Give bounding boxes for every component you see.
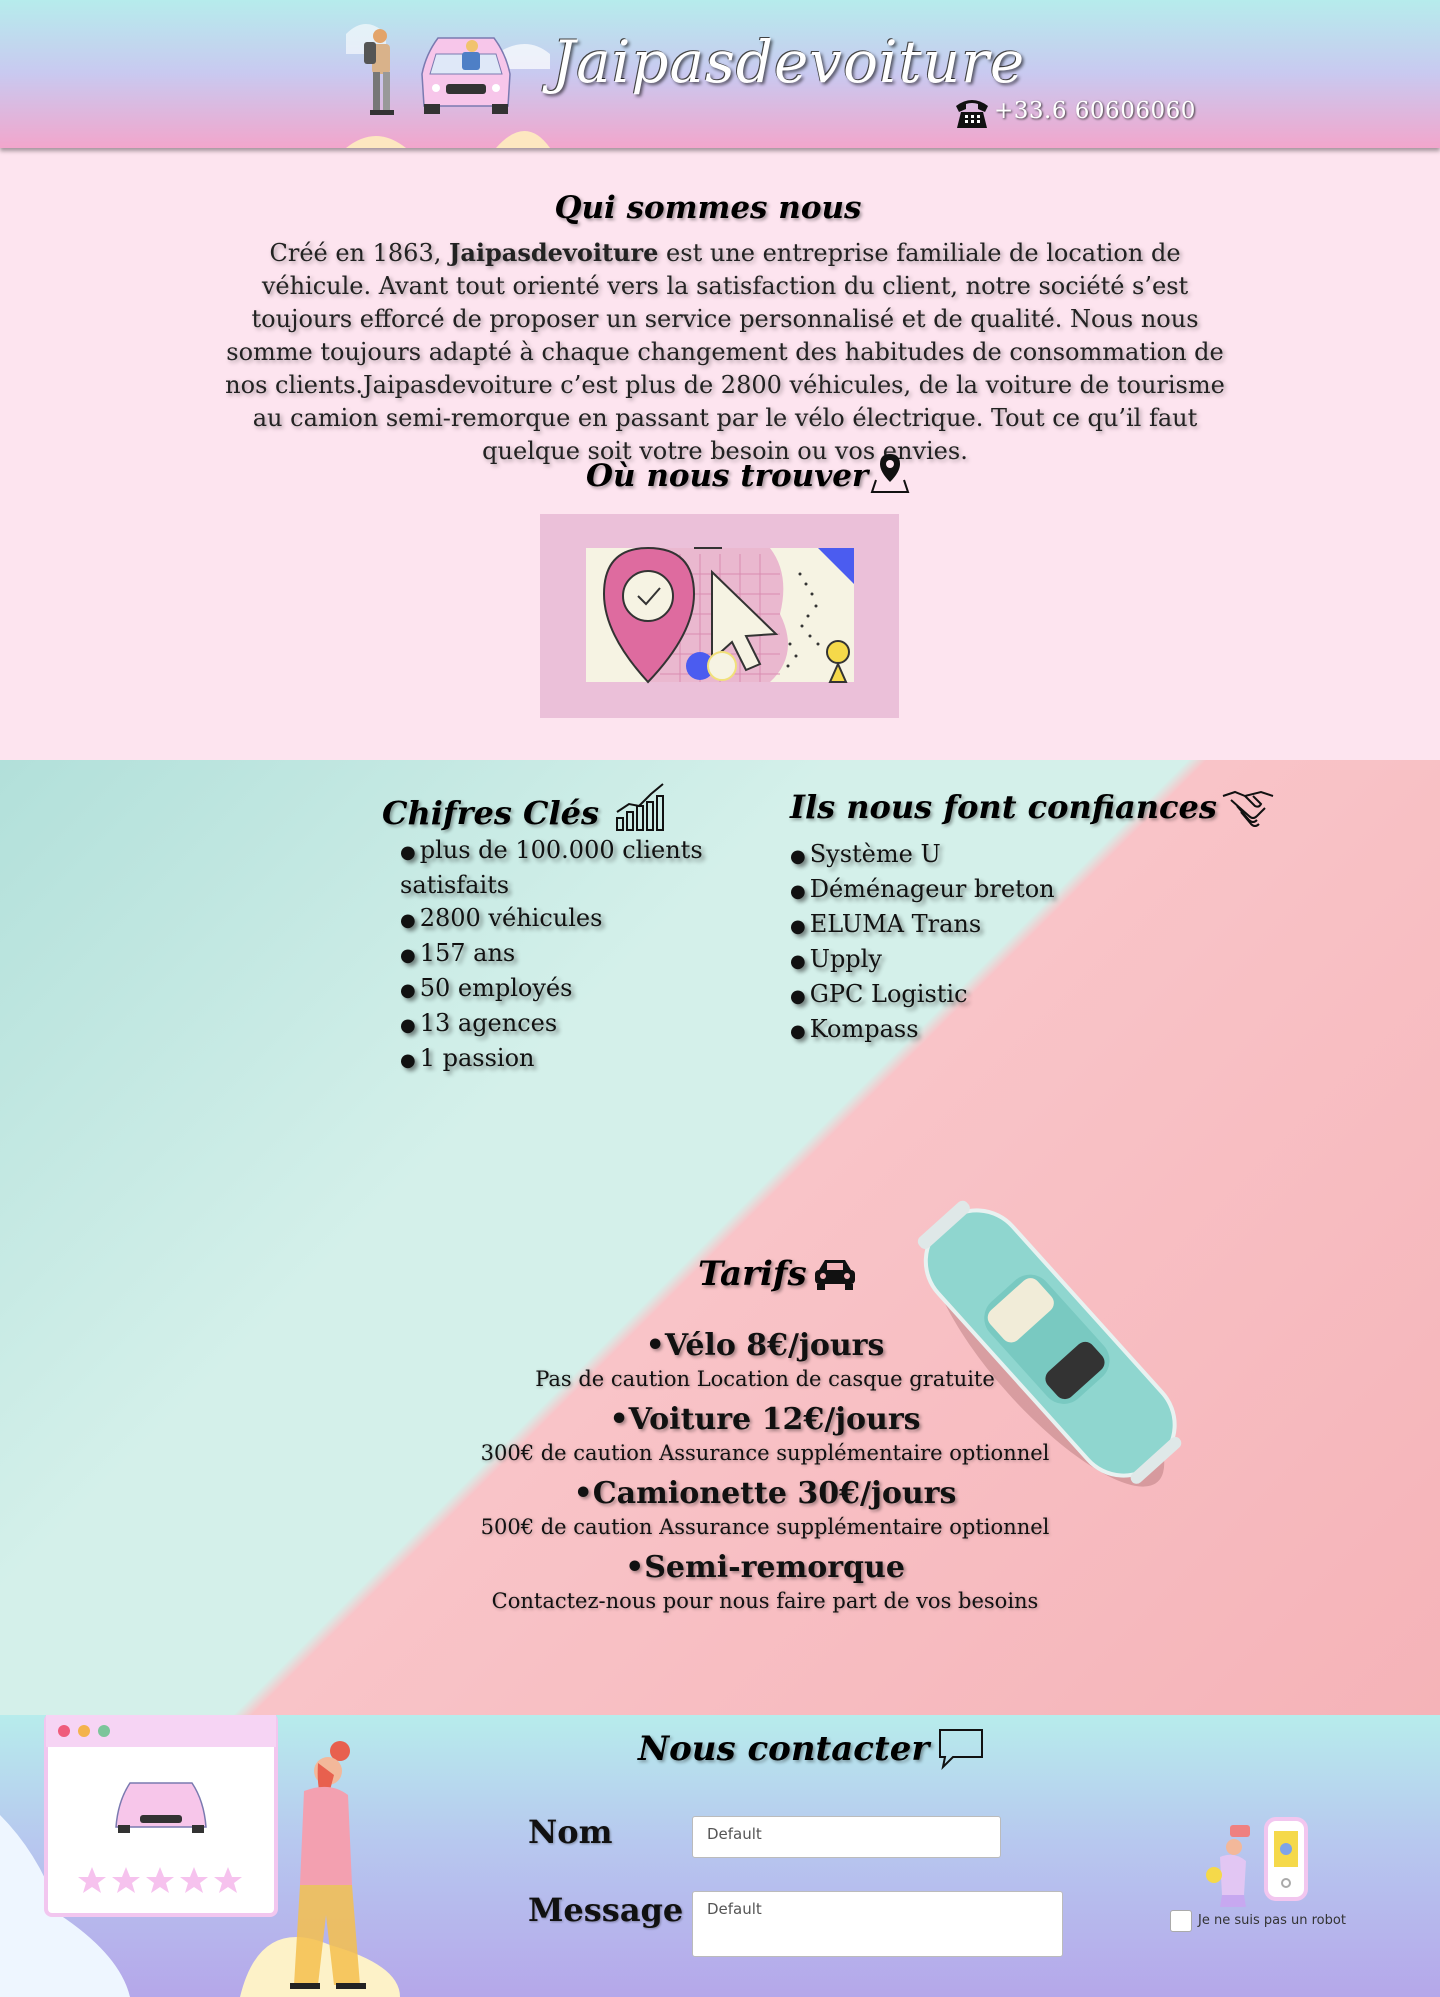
pricing-item-desc: 300€ de caution Assurance supplémentaire… bbox=[480, 1441, 1050, 1465]
message-label: Message bbox=[528, 1891, 684, 1929]
list-item: ● Système U bbox=[790, 840, 941, 868]
contact-title-text: Nous contacter bbox=[638, 1729, 930, 1769]
list-item: ● plus de 100.000 clients satisfaits bbox=[400, 836, 703, 899]
about-text-intro: Créé en 1863, bbox=[269, 239, 449, 267]
captcha-checkbox[interactable] bbox=[1170, 1910, 1192, 1932]
list-item: ● Kompass bbox=[790, 1015, 919, 1043]
key-figures-list: ● plus de 100.000 clients satisfaits ● 280… bbox=[400, 834, 710, 1077]
contact-section: Nous contacter Nom Default Message Defau… bbox=[0, 1715, 1440, 1997]
name-input[interactable]: Default bbox=[692, 1816, 1001, 1858]
brand-name[interactable]: Jaipasdevoiture bbox=[552, 28, 1025, 96]
pricing-item-truck: •Semi-remorque Contactez-nous pour nous … bbox=[430, 1550, 1100, 1613]
robot-check-illustration bbox=[1206, 1817, 1308, 1907]
phone-contact[interactable]: +33.6 60606060 bbox=[952, 92, 1196, 130]
pricing-item-name: •Semi-remorque bbox=[625, 1550, 905, 1585]
info-section: Chifres Clés ● plus de 100.000 clients sa… bbox=[0, 760, 1440, 1715]
site-header: Jaipasdevoiture +33.6 60606060 bbox=[0, 0, 1440, 148]
about-text-brand: Jaipasdevoiture bbox=[448, 238, 659, 267]
pricing-item-van: •Camionette 30€/jours 500€ de caution As… bbox=[430, 1476, 1100, 1539]
pricing-item-desc: Pas de caution Location de casque gratui… bbox=[535, 1367, 995, 1391]
message-input[interactable]: Default bbox=[692, 1891, 1063, 1957]
where-title: Où nous trouver bbox=[586, 454, 910, 494]
pricing-title: Tarifs bbox=[698, 1254, 857, 1294]
telephone-icon bbox=[956, 100, 988, 128]
list-item: ● Déménageur breton bbox=[790, 875, 1055, 903]
pricing-item-desc: 500€ de caution Assurance supplémentaire… bbox=[480, 1515, 1050, 1539]
pricing-item-desc: Contactez-nous pour nous faire part de v… bbox=[491, 1589, 1039, 1613]
captcha-label: Je ne suis pas un robot bbox=[1198, 1913, 1346, 1928]
partners-title-text: Ils nous font confiances bbox=[790, 788, 1217, 826]
about-text-body: est une entreprise familiale de location… bbox=[225, 239, 1225, 465]
list-item: ● Upply bbox=[790, 945, 882, 973]
name-label: Nom bbox=[528, 1813, 613, 1851]
where-title-text: Où nous trouver bbox=[586, 458, 869, 494]
speech-bubble-icon bbox=[939, 1729, 984, 1771]
list-item: ● 13 agences bbox=[400, 1009, 558, 1037]
list-item: ● 157 ans bbox=[400, 939, 516, 967]
pricing-item-name: •Voiture 12€/jours bbox=[609, 1402, 921, 1437]
list-item: ● GPC Logistic bbox=[790, 980, 968, 1008]
list-item: ● 2800 véhicules bbox=[400, 904, 603, 932]
pricing-item-bike: •Vélo 8€/jours Pas de caution Location d… bbox=[430, 1328, 1100, 1391]
partners-title: Ils nous font confiances bbox=[790, 782, 1275, 832]
car-icon bbox=[814, 1260, 855, 1290]
logo-illustration[interactable] bbox=[346, 14, 550, 148]
list-item: ● 1 passion bbox=[400, 1044, 535, 1072]
key-figures-title-text: Chifres Clés bbox=[382, 794, 600, 832]
pricing-item-car: •Voiture 12€/jours 300€ de caution Assur… bbox=[430, 1402, 1100, 1465]
pricing-item-name: •Camionette 30€/jours bbox=[573, 1476, 957, 1511]
phone-number: +33.6 60606060 bbox=[994, 98, 1196, 124]
pricing-title-text: Tarifs bbox=[698, 1254, 807, 1294]
handshake-icon bbox=[1222, 790, 1274, 827]
location-map[interactable] bbox=[540, 514, 899, 718]
pricing-item-name: •Vélo 8€/jours bbox=[645, 1328, 885, 1363]
review-illustration bbox=[0, 1715, 400, 1997]
key-figures-title: Chifres Clés bbox=[382, 782, 667, 832]
list-item: ● ELUMA Trans bbox=[790, 910, 982, 938]
map-pin-icon bbox=[870, 454, 910, 493]
about-text: Créé en 1863, Jaipasdevoiture est une en… bbox=[215, 236, 1235, 468]
bar-chart-icon bbox=[616, 783, 665, 831]
about-title: Qui sommes nous bbox=[554, 190, 862, 226]
list-item: ● 50 employés bbox=[400, 974, 573, 1002]
contact-title: Nous contacter bbox=[638, 1727, 985, 1771]
partners-list: ● Système U ● Déménageur breton ● ELUMA Tra… bbox=[790, 838, 1055, 1048]
